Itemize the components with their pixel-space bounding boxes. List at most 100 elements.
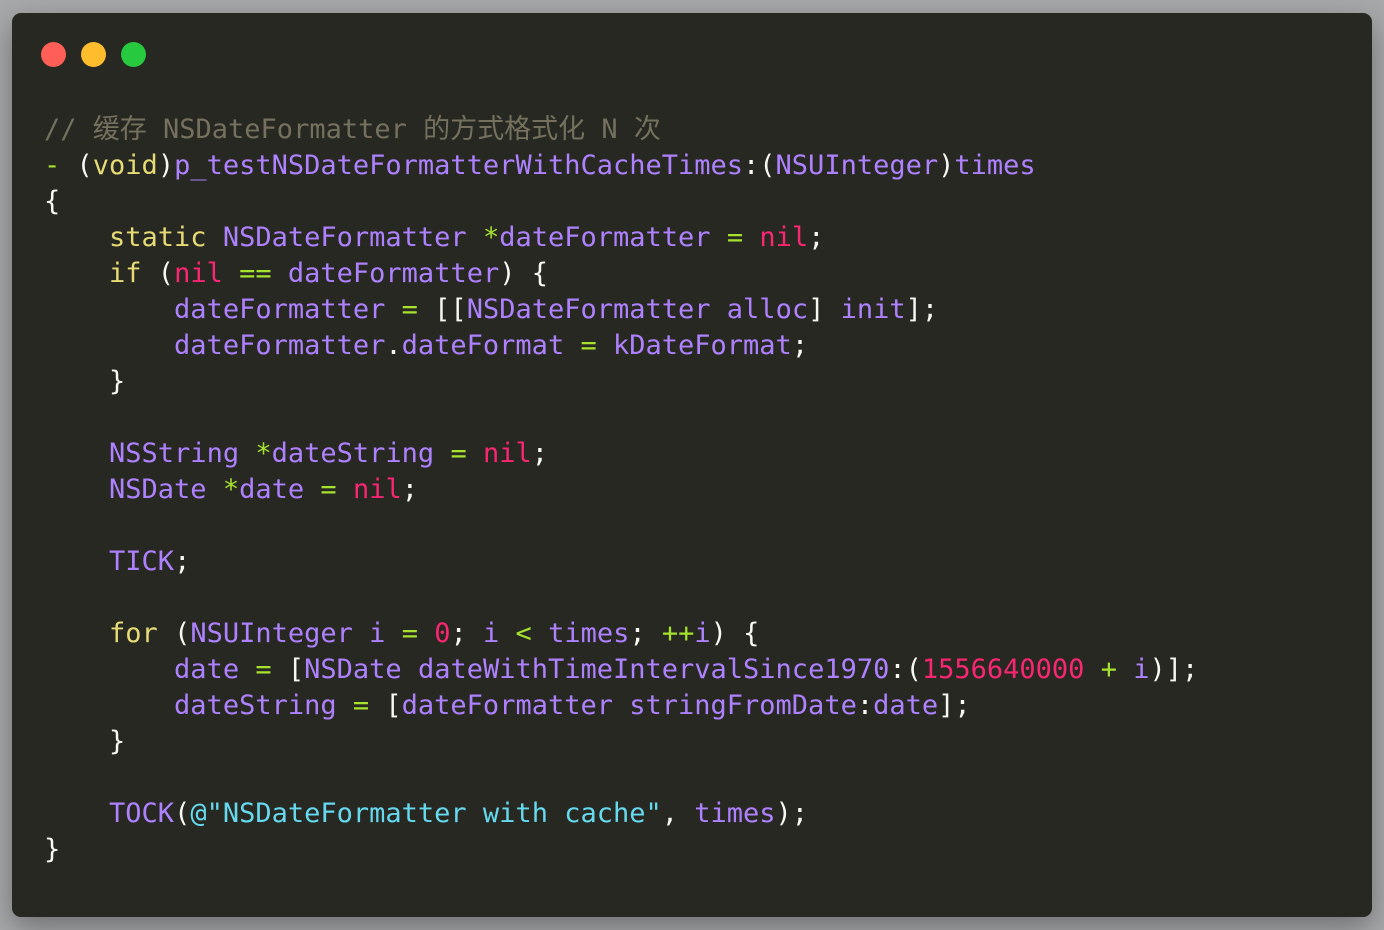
code-token: dateFormatter (499, 222, 711, 253)
code-token: nil (482, 438, 532, 469)
code-token: { (44, 186, 61, 217)
code-token: ( (157, 618, 191, 649)
code-line: NSString *dateString = nil; (44, 436, 1198, 472)
code-token: ]; (938, 690, 971, 721)
code-line: for (NSUInteger i = 0; i < times; ++i) { (44, 616, 1198, 652)
code-token: [[ (417, 294, 467, 325)
code-token: dateString (174, 690, 337, 721)
code-token: < (515, 618, 532, 649)
code-token: = (401, 618, 418, 649)
maximize-button[interactable] (121, 42, 146, 67)
code-window: // 缓存 NSDateFormatter 的方式格式化 N 次- (void)… (12, 13, 1372, 917)
code-token: i (483, 618, 500, 649)
code-token: i (1133, 654, 1150, 685)
code-token: NSUInteger (190, 618, 353, 649)
code-token: for (109, 618, 158, 649)
code-token: p_testNSDateFormatterWithCacheTimes (174, 150, 744, 181)
code-line: dateString = [dateFormatter stringFromDa… (44, 688, 1198, 724)
code-token: dateWithTimeIntervalSince1970 (417, 654, 890, 685)
code-token: + (1100, 654, 1117, 685)
code-token: ] (808, 294, 841, 325)
code-line: TOCK(@"NSDateFormatter with cache", time… (44, 796, 1198, 832)
close-button[interactable] (41, 42, 66, 67)
code-block: // 缓存 NSDateFormatter 的方式格式化 N 次- (void)… (44, 112, 1198, 868)
code-token: :( (889, 654, 922, 685)
code-line: TICK; (44, 544, 1198, 580)
code-token: } (44, 726, 126, 757)
code-line: dateFormatter.dateFormat = kDateFormat; (44, 328, 1198, 364)
code-token: = (580, 330, 597, 361)
code-token: kDateFormat (613, 330, 792, 361)
minimize-button[interactable] (81, 42, 106, 67)
code-token: alloc (726, 294, 809, 325)
code-token: stringFromDate (629, 690, 857, 721)
code-token: )]; (1149, 654, 1199, 685)
code-token: nil (352, 474, 402, 505)
code-token: ); (775, 798, 809, 829)
code-token: = (255, 654, 272, 685)
code-token: i (694, 618, 711, 649)
code-token: ( (141, 258, 175, 289)
code-token: - (44, 150, 61, 181)
code-token: } (44, 834, 61, 865)
code-token: times (954, 150, 1036, 181)
code-token: ) (157, 150, 175, 181)
code-token: ++ (661, 618, 695, 649)
code-token: dateFormatter (174, 294, 386, 325)
code-token: TICK (109, 546, 175, 577)
code-line: NSDate *date = nil; (44, 472, 1198, 508)
code-token: ; (401, 474, 418, 505)
code-token: dateString (271, 438, 435, 469)
code-token: date (239, 474, 305, 505)
code-token: static (109, 222, 207, 253)
code-line: } (44, 724, 1198, 760)
code-line: - (void)p_testNSDateFormatterWithCacheTi… (44, 148, 1198, 184)
window-titlebar (12, 13, 1372, 93)
code-line: date = [NSDate dateWithTimeIntervalSince… (44, 652, 1198, 688)
code-token: * (255, 438, 272, 469)
code-token: ; (450, 618, 483, 649)
code-token: :( (743, 150, 776, 181)
code-line: static NSDateFormatter *dateFormatter = … (44, 220, 1198, 256)
code-token: * (222, 474, 240, 505)
code-line: if (nil == dateFormatter) { (44, 256, 1198, 292)
code-token: ]; (905, 294, 939, 325)
code-token: = (401, 294, 418, 325)
code-token: 1556640000 (921, 654, 1085, 685)
code-token: 0 (434, 618, 451, 649)
code-token: NSDate (304, 654, 402, 685)
code-token: date (873, 690, 939, 721)
code-line: // 缓存 NSDateFormatter 的方式格式化 N 次 (44, 112, 1198, 148)
code-line: dateFormatter = [[NSDateFormatter alloc]… (44, 292, 1198, 328)
code-token: i (369, 618, 386, 649)
code-token: ; (174, 546, 191, 577)
code-token: ; (531, 438, 549, 469)
code-token: ) (938, 150, 955, 181)
code-token: NSString (109, 438, 240, 469)
